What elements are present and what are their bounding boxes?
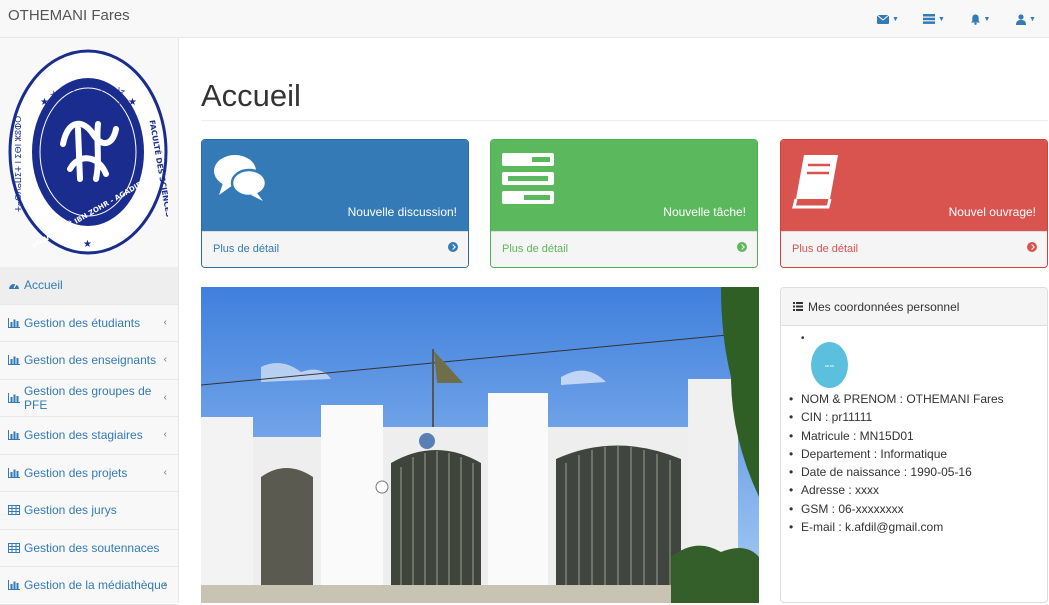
- info-panel-heading: Mes coordonnées personnel: [781, 288, 1047, 326]
- chevron-left-icon: ‹: [163, 429, 167, 440]
- empty-bullet: •: [801, 333, 805, 344]
- chevron-left-icon: ‹: [163, 579, 167, 590]
- sidebar-item-label: Accueil: [24, 278, 63, 293]
- sidebar-item-etudiants[interactable]: Gestion des étudiants ‹: [0, 305, 178, 342]
- bell-icon: [970, 14, 980, 25]
- info-gsm: GSM : 06-xxxxxxxx: [781, 502, 1047, 520]
- page-title: Accueil: [201, 78, 301, 113]
- user-icon: [1016, 13, 1027, 25]
- panel-label: Nouvelle discussion!: [347, 205, 457, 219]
- sidebar-item-groupes-pfe[interactable]: Gestion des groupes de PFE ‹: [0, 380, 178, 417]
- chevron-down-icon: ▼: [1029, 15, 1036, 23]
- panel-footer-link[interactable]: Plus de détail: [202, 231, 468, 267]
- arrow-circle-right-icon[interactable]: [737, 242, 747, 252]
- avatar: ss ss: [811, 342, 848, 388]
- university-gate-photo: [201, 287, 759, 603]
- alerts-dropdown[interactable]: ▼: [957, 9, 1003, 29]
- sidebar-item-projets[interactable]: Gestion des projets ‹: [0, 455, 178, 492]
- table-icon: [8, 505, 20, 516]
- sidebar-item-label: Gestion des étudiants: [24, 315, 141, 330]
- sidebar-item-mediatheque[interactable]: Gestion de la médiathèque ‹: [0, 567, 178, 605]
- sidebar-item-label: Gestion des groupes de PFE: [24, 383, 152, 412]
- bar-chart-icon: [8, 355, 20, 366]
- sidebar-menu: Accueil Gestion des étudiants ‹ Gestion …: [0, 267, 178, 605]
- info-list: NOM & PRENOM : OTHEMANI Fares CIN : pr11…: [781, 392, 1047, 538]
- panel-footer-link[interactable]: Plus de détail: [781, 231, 1047, 267]
- bar-chart-icon: [8, 392, 20, 403]
- sidebar-item-soutenances[interactable]: Gestion des soutennaces: [0, 530, 178, 567]
- panel-footer-link[interactable]: Plus de détail: [491, 231, 757, 267]
- panel-heading: Nouvel ouvrage!: [781, 140, 1047, 231]
- sidebar-item-jurys[interactable]: Gestion des jurys: [0, 492, 178, 530]
- panel-book: Nouvel ouvrage! Plus de détail: [780, 139, 1048, 268]
- table-icon: [8, 542, 20, 553]
- bar-chart-icon: [8, 467, 20, 478]
- chevron-down-icon: ▼: [892, 15, 899, 23]
- panel-label: Nouvel ouvrage!: [948, 205, 1036, 219]
- navbar-brand[interactable]: OTHEMANI Fares: [8, 7, 130, 24]
- sidebar-item-label: Gestion des jurys: [24, 503, 117, 518]
- top-navbar: OTHEMANI Fares ▼ ▼ ▼ ▼: [0, 0, 1049, 38]
- arrow-circle-right-icon[interactable]: [1027, 242, 1037, 252]
- info-panel-body: ss ss NOM & PRENOM : OTHEMANI Fares CIN …: [781, 326, 1047, 538]
- info-email: E-mail : k.afdil@gmail.com: [781, 520, 1047, 538]
- info-birthdate: Date de naissance : 1990-05-16: [781, 465, 1047, 483]
- sidebar-item-accueil[interactable]: Accueil: [0, 267, 178, 305]
- svg-text:ⵜⴰⵙⴷⴰⵡⵉⵜ ⵏ ⵉⴱⵏ ⵣⵓⵀⵔ: ⵜⴰⵙⴷⴰⵡⵉⵜ ⵏ ⵉⴱⵏ ⵣⵓⵀⵔ: [14, 116, 23, 212]
- panel-heading: Nouvelle tâche!: [491, 140, 757, 231]
- svg-text:★: ★: [40, 97, 49, 108]
- info-address: Adresse : xxxx: [781, 483, 1047, 501]
- chevron-left-icon: ‹: [163, 354, 167, 365]
- chevron-down-icon: ▼: [938, 15, 945, 23]
- logo-area: كلية العلوم جامعة ابن زهر - أكادير ⵜⴰⵙⴷⴰ…: [0, 38, 178, 267]
- envelope-icon: [877, 14, 890, 24]
- chevron-left-icon: ‹: [163, 391, 167, 403]
- info-matricule: Matricule : MN15D01: [781, 429, 1047, 447]
- user-dropdown[interactable]: ▼: [1003, 9, 1049, 29]
- svg-text:★: ★: [83, 239, 92, 250]
- more-details-link[interactable]: Plus de détail: [502, 243, 568, 255]
- sidebar-item-stagiaires[interactable]: Gestion des stagiaires ‹: [0, 417, 178, 455]
- panel-task: Nouvelle tâche! Plus de détail: [490, 139, 758, 268]
- more-details-link[interactable]: Plus de détail: [213, 243, 279, 255]
- comments-icon: [214, 155, 267, 201]
- tasks-dropdown[interactable]: ▼: [911, 9, 957, 29]
- tasks-icon: [923, 14, 936, 24]
- university-logo: كلية العلوم جامعة ابن زهر - أكادير ⵜⴰⵙⴷⴰ…: [8, 49, 168, 255]
- arrow-circle-right-icon[interactable]: [448, 242, 458, 252]
- panel-heading: Nouvelle discussion!: [202, 140, 468, 231]
- chevron-left-icon: ‹: [163, 316, 167, 328]
- panel-discussion: Nouvelle discussion! Plus de détail: [201, 139, 469, 268]
- bar-chart-icon: [8, 580, 20, 591]
- chevron-down-icon: ▼: [983, 15, 991, 23]
- sidebar-item-label: Gestion des projets: [24, 465, 128, 480]
- info-departement: Departement : Informatique: [781, 447, 1047, 465]
- svg-text:جامعة ابن زهر - أكادير: جامعة ابن زهر - أكادير: [50, 85, 126, 95]
- book-icon: [792, 155, 838, 209]
- panel-label: Nouvelle tâche!: [663, 205, 746, 219]
- list-icon: [793, 302, 803, 311]
- info-cin: CIN : pr11111: [781, 410, 1047, 428]
- personal-info-panel: Mes coordonnées personnel ss ss NOM & PR…: [780, 287, 1048, 603]
- info-name: NOM & PRENOM : OTHEMANI Fares: [781, 392, 1047, 410]
- more-details-link[interactable]: Plus de détail: [792, 243, 858, 255]
- sidebar-item-enseignants[interactable]: Gestion des enseignants ‹: [0, 342, 178, 380]
- sidebar-item-label: Gestion des enseignants: [24, 353, 157, 368]
- svg-text:★: ★: [128, 97, 137, 108]
- navbar-icons: ▼ ▼ ▼ ▼: [865, 9, 1049, 29]
- dashboard-icon: [9, 283, 19, 290]
- tasks-icon: [502, 153, 554, 204]
- info-panel-title: Mes coordonnées personnel: [808, 299, 960, 314]
- messages-dropdown[interactable]: ▼: [865, 9, 911, 29]
- bar-chart-icon: [8, 430, 20, 441]
- sidebar: كلية العلوم جامعة ابن زهر - أكادير ⵜⴰⵙⴷⴰ…: [0, 38, 179, 605]
- bar-chart-icon: [8, 317, 20, 328]
- sidebar-item-label: Gestion des stagiaires: [24, 428, 143, 443]
- sidebar-item-label: Gestion des soutennaces: [24, 540, 160, 555]
- chevron-left-icon: ‹: [163, 466, 167, 478]
- sidebar-item-label: Gestion de la médiathèque: [24, 578, 168, 593]
- title-divider: [201, 120, 1048, 121]
